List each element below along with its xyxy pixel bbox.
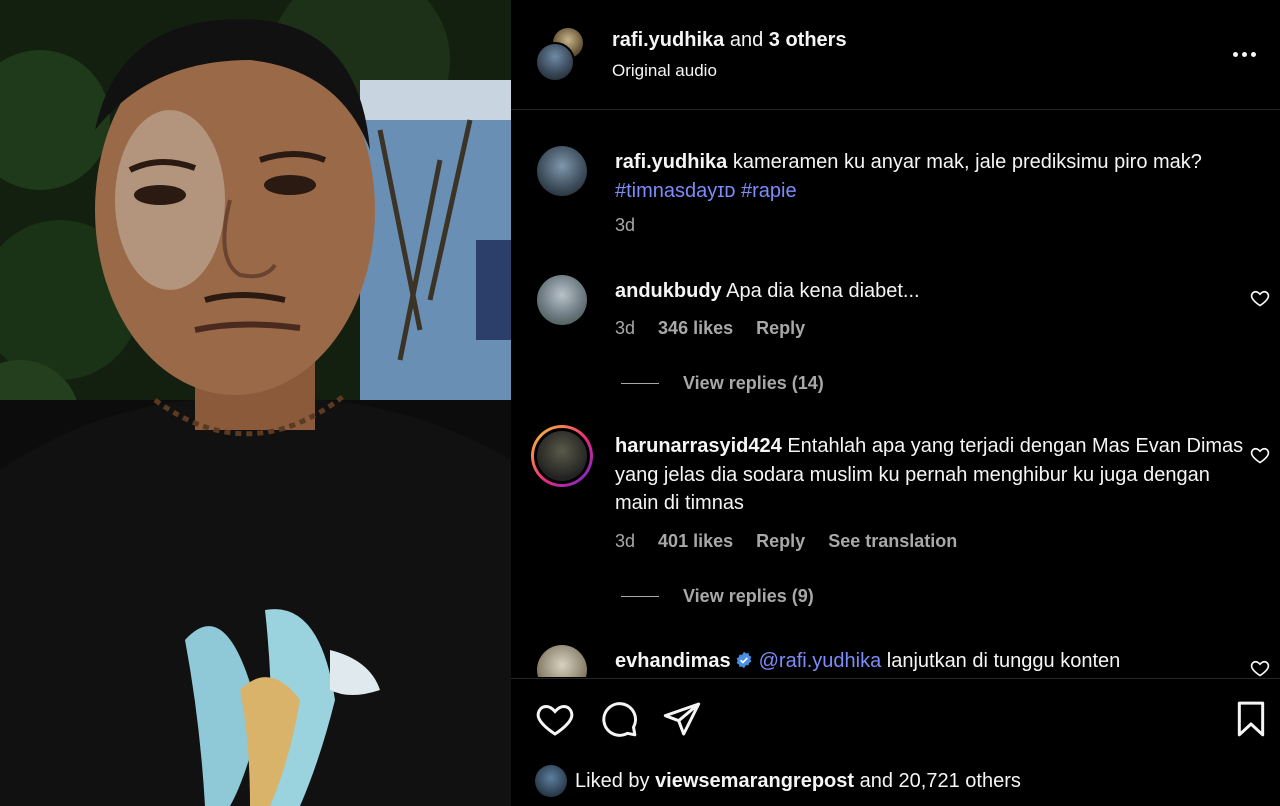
liked-by: Liked by viewsemarangrepost and 20,721 o… xyxy=(535,765,1021,797)
heart-icon[interactable] xyxy=(1250,288,1270,308)
mention-link[interactable]: @rafi.yudhika xyxy=(759,650,882,672)
avatar[interactable] xyxy=(535,765,567,797)
avatar xyxy=(535,42,575,82)
comment-username[interactable]: andukbudy xyxy=(615,280,722,302)
comment-meta: 3d 346 likes Reply xyxy=(615,318,806,338)
reply-button[interactable]: Reply xyxy=(756,531,805,551)
and-text: and xyxy=(729,29,764,51)
avatar[interactable] xyxy=(531,425,593,487)
collab-avatars[interactable] xyxy=(535,26,591,82)
caption-username[interactable]: rafi.yudhika xyxy=(615,151,727,173)
post-header: rafi.yudhika and 3 others Original audio xyxy=(511,0,1280,110)
avatar[interactable] xyxy=(537,645,587,677)
see-translation-button[interactable]: See translation xyxy=(828,531,957,551)
comment-text: andukbudy Apa dia kena diabet... xyxy=(615,280,920,302)
caption-time: 3d xyxy=(615,215,636,235)
audio-link[interactable]: Original audio xyxy=(612,61,717,81)
view-replies-button[interactable]: View replies (14) xyxy=(621,373,824,394)
comment-icon[interactable] xyxy=(599,699,639,739)
comment-text: harunarrasyid424 Entahlah apa yang terja… xyxy=(615,435,1244,514)
reply-button[interactable]: Reply xyxy=(756,318,805,338)
hashtag-link[interactable]: #timnasdayɪᴅ xyxy=(615,180,735,202)
action-bar: Liked by viewsemarangrepost and 20,721 o… xyxy=(511,678,1280,806)
post-panel: rafi.yudhika and 3 others Original audio… xyxy=(511,0,1280,806)
likes-count[interactable]: 401 likes xyxy=(658,531,733,551)
likes-others-link[interactable]: and 20,721 others xyxy=(860,770,1021,793)
paper-plane-icon[interactable] xyxy=(662,699,702,739)
caption-text: rafi.yudhika kameramen ku anyar mak, jal… xyxy=(615,151,1202,202)
comment-username[interactable]: evhandimas xyxy=(615,650,731,672)
hashtag-link[interactable]: #rapie xyxy=(741,180,797,202)
comment-username[interactable]: harunarrasyid424 xyxy=(615,435,782,457)
comment-text: evhandimas @rafi.yudhika lanjutkan di tun… xyxy=(615,650,1121,672)
liked-by-username[interactable]: viewsemarangrepost xyxy=(655,770,854,793)
view-replies-button[interactable]: View replies (9) xyxy=(621,586,814,607)
heart-icon[interactable] xyxy=(1250,658,1270,677)
verified-badge-icon xyxy=(736,651,751,669)
reel-video[interactable] xyxy=(0,0,511,806)
heart-icon[interactable] xyxy=(535,699,575,739)
post-authors[interactable]: rafi.yudhika and 3 others xyxy=(612,29,847,52)
comment-meta: 3d 401 likes Reply See translation xyxy=(615,531,958,551)
author-username[interactable]: rafi.yudhika xyxy=(612,29,724,51)
likes-count[interactable]: 346 likes xyxy=(658,318,733,338)
comments-list[interactable]: rafi.yudhika kameramen ku anyar mak, jal… xyxy=(511,111,1280,677)
heart-icon[interactable] xyxy=(1250,445,1270,465)
more-options-button[interactable] xyxy=(1226,36,1262,72)
more-horizontal-icon xyxy=(1232,51,1238,57)
avatar[interactable] xyxy=(537,146,587,196)
avatar[interactable] xyxy=(537,275,587,325)
others-link[interactable]: 3 others xyxy=(769,29,847,51)
video-frame xyxy=(0,0,511,806)
caption-meta: 3d xyxy=(615,215,653,236)
bookmark-icon[interactable] xyxy=(1231,699,1271,739)
